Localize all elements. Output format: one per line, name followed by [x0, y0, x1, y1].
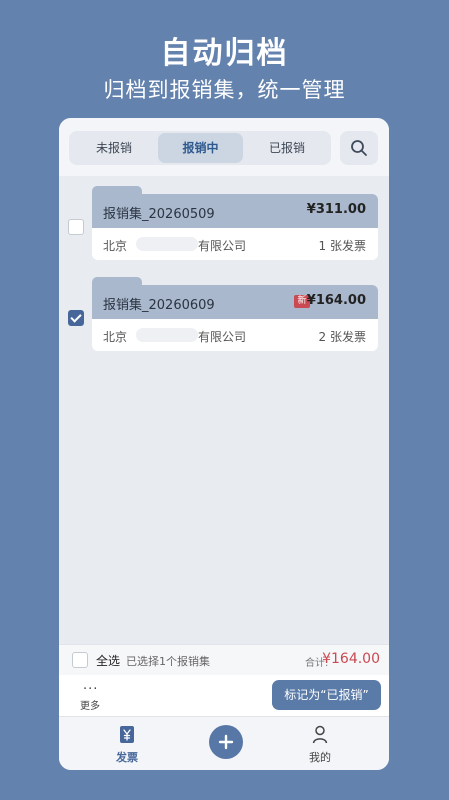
plus-icon: [218, 734, 234, 750]
app-screen: 未报销 报销中 已报销 报销集_20260509 ¥311.00 北京 有限公司…: [59, 118, 389, 770]
tab-unreimbursed[interactable]: 未报销: [73, 133, 155, 163]
reimbursement-checkbox[interactable]: [68, 219, 84, 235]
mark-reimbursed-button[interactable]: 标记为“已报销”: [272, 680, 381, 710]
status-tabs: 未报销 报销中 已报销: [69, 131, 331, 165]
more-label: 更多: [80, 701, 100, 712]
company-name-prefix: 北京: [103, 239, 128, 253]
person-icon: [312, 725, 328, 744]
more-icon: ···: [83, 682, 99, 697]
search-icon: [351, 140, 367, 156]
tab-in-reimbursement[interactable]: 报销中: [158, 133, 243, 163]
invoice-count: 2 张发票: [318, 330, 366, 344]
company-name-suffix: 有限公司: [198, 330, 247, 344]
reimbursement-amount: ¥311.00: [306, 202, 366, 217]
reimbursement-amount: ¥164.00: [306, 293, 366, 308]
nav-mine-label: 我的: [309, 751, 331, 764]
hero-subtitle: 归档到报销集，统一管理: [103, 78, 346, 102]
reimbursement-details: 北京 有限公司 1 张发票: [92, 228, 378, 260]
company-name-suffix: 有限公司: [198, 239, 247, 253]
select-all-checkbox[interactable]: [72, 652, 88, 668]
select-all-label[interactable]: 全选: [96, 652, 120, 669]
selected-count: 已选择1个报销集: [126, 655, 210, 668]
top-bar: 未报销 报销中 已报销: [59, 118, 389, 176]
total-amount: ¥164.00: [322, 651, 380, 667]
reimbursement-card[interactable]: 报销集_20260609 新 ¥164.00 北京 有限公司 2 张发票: [92, 277, 378, 353]
add-button[interactable]: [209, 725, 243, 759]
tab-reimbursed[interactable]: 已报销: [246, 133, 328, 163]
company-name-prefix: 北京: [103, 330, 128, 344]
selection-bar: 全选 已选择1个报销集 合计: ¥164.00: [59, 644, 389, 675]
reimbursement-name: 报销集_20260509: [103, 207, 215, 222]
nav-invoices-label: 发票: [116, 751, 138, 764]
search-button[interactable]: [340, 131, 378, 165]
reimbursement-name: 报销集_20260609: [103, 298, 215, 313]
reimbursement-header: 报销集_20260609 新 ¥164.00: [92, 285, 378, 319]
company-name-redacted: [136, 237, 198, 251]
hero-title: 自动归档: [160, 36, 289, 71]
reimbursement-details: 北京 有限公司 2 张发票: [92, 319, 378, 351]
action-bar: ··· 更多 标记为“已报销”: [59, 675, 389, 716]
bottom-nav: 发票 我的: [59, 716, 389, 770]
reimbursement-checkbox-checked[interactable]: [68, 310, 84, 326]
invoice-count: 1 张发票: [318, 239, 366, 253]
reimbursement-header: 报销集_20260509 ¥311.00: [92, 194, 378, 228]
reimbursement-card[interactable]: 报销集_20260509 ¥311.00 北京 有限公司 1 张发票: [92, 186, 378, 262]
company-name-redacted: [136, 328, 198, 342]
yen-document-icon: [120, 726, 134, 743]
